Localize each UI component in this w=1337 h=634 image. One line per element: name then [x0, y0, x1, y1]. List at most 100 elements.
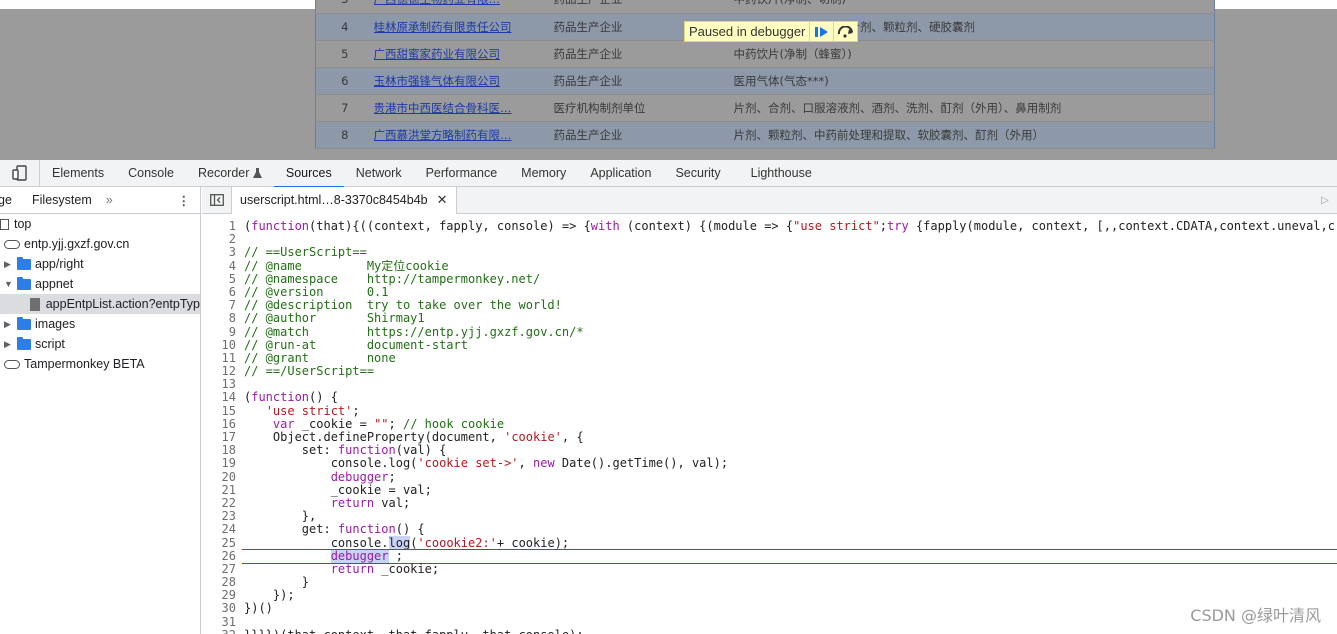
folder-icon	[17, 316, 31, 330]
tab-elements-label: Elements	[52, 166, 105, 180]
tree-item[interactable]: ▶ script	[0, 334, 200, 354]
line-number[interactable]: 32	[202, 628, 240, 634]
tab-application-label: Application	[590, 166, 652, 180]
step-over-button[interactable]	[833, 22, 857, 41]
tree-item[interactable]: Tampermonkey BETA	[0, 354, 200, 374]
tab-lighthouse[interactable]: Lighthouse	[739, 160, 824, 187]
row-number: 7	[315, 94, 374, 122]
code-line: 20 debugger;	[202, 470, 1337, 484]
enterprise-type: 医疗机构制剂单位	[553, 94, 734, 122]
code-line: 13	[202, 378, 1337, 391]
watermark: CSDN @绿叶清风	[1190, 606, 1321, 625]
device-toolbar-toggle[interactable]	[0, 159, 40, 187]
line-number[interactable]: 4	[202, 259, 240, 273]
tab-security[interactable]: Security	[663, 160, 732, 187]
table-row: 7 贵港市中西医结合骨科医… 医疗机构制剂单位 片剂、合剂、口服溶液剂、酒剂、洗剂、酊…	[315, 94, 1215, 122]
enterprise-type: 药品生产企业	[553, 67, 734, 95]
tab-application[interactable]: Application	[578, 160, 663, 187]
line-source	[240, 616, 244, 629]
line-number[interactable]: 5	[202, 272, 240, 286]
production-scope: 片剂、合剂、口服溶液剂、酒剂、洗剂、酊剂（外用）、鼻用制剂	[733, 94, 1215, 122]
enterprise-link[interactable]: 贵港市中西医结合骨科医…	[374, 101, 512, 115]
code-line: 29 });	[202, 589, 1337, 602]
navigator-menu-icon[interactable]: ⋮	[178, 193, 191, 208]
tree-item-label: script	[35, 337, 65, 351]
line-number[interactable]: 3	[202, 246, 240, 259]
close-icon[interactable]: ✕	[437, 192, 448, 208]
resume-button[interactable]	[809, 22, 833, 41]
code-line: 27 return _cookie;	[202, 562, 1337, 576]
line-number[interactable]: 9	[202, 325, 240, 339]
production-scope: 中药饮片(净制（蜂蜜）)	[733, 40, 1215, 68]
row-number: 8	[315, 121, 374, 149]
navigator-tabs: ge Filesystem » ⋮	[0, 187, 200, 214]
device-icon	[11, 165, 27, 181]
code-line: 14 (function() {	[202, 391, 1337, 404]
cloud-icon	[4, 359, 20, 369]
line-number[interactable]: 21	[202, 483, 240, 497]
line-number[interactable]: 15	[202, 404, 240, 418]
line-number[interactable]: 20	[202, 470, 240, 484]
tab-filesystem[interactable]: Filesystem	[32, 193, 92, 207]
frame-icon	[0, 218, 9, 230]
toggle-navigator-button[interactable]	[202, 186, 232, 214]
line-number[interactable]: 31	[202, 615, 240, 629]
line-source: })()	[244, 601, 273, 616]
line-number[interactable]: 19	[202, 457, 240, 470]
collapse-arrow-icon[interactable]: ▼	[4, 279, 14, 289]
line-number[interactable]: 30	[202, 602, 240, 615]
tree-item-label: top	[14, 217, 32, 231]
tab-lighthouse-label: Lighthouse	[750, 166, 812, 180]
enterprise-link[interactable]: 桂林原承制药有限责任公司	[374, 20, 512, 34]
expand-arrow-icon[interactable]: ▶	[4, 319, 14, 330]
line-number[interactable]: 14	[202, 391, 240, 404]
tab-page[interactable]: ge	[0, 193, 24, 207]
inspected-page: 3广西德德生物药业有限…药品生产企业中药饮片(净制、切制)4桂林原承制药有限责任…	[0, 0, 1337, 160]
expand-arrow-icon[interactable]: ▶	[4, 259, 14, 270]
paused-label: Paused in debugger	[689, 24, 806, 39]
tree-item[interactable]: appEntpList.action?entpTyp	[0, 294, 200, 314]
line-number[interactable]: 26	[202, 549, 240, 563]
code-line: 30 })()	[202, 602, 1337, 615]
line-number[interactable]: 8	[202, 312, 240, 325]
line-number[interactable]: 24	[202, 523, 240, 536]
step-over-icon	[837, 25, 853, 38]
more-tabs-button[interactable]: »	[106, 193, 113, 207]
folder-icon	[17, 276, 31, 290]
enterprise-link[interactable]: 广西甜蜜家药业有限公司	[374, 47, 501, 61]
enterprise-link[interactable]: 玉林市强锋气体有限公司	[374, 74, 501, 88]
tree-item[interactable]: entp.yjj.gxzf.gov.cn	[0, 234, 200, 254]
toggle-debugger-sidebar-icon[interactable]: ▷	[1321, 195, 1337, 206]
tab-memory-label: Memory	[521, 166, 567, 180]
tab-elements[interactable]: Elements	[40, 160, 116, 187]
line-number[interactable]: 10	[202, 338, 240, 352]
enterprise-link[interactable]: 广西慕洪堂方略制药有限…	[374, 128, 512, 142]
tab-network-label: Network	[355, 166, 402, 180]
code-line: 32}}}})(that.context, that.fapply, that.…	[202, 628, 1337, 634]
editor-tabs: userscript.html…8-3370c8454b4b ✕ ▷	[202, 186, 1337, 214]
resume-icon	[814, 26, 828, 37]
row-number: 5	[315, 40, 374, 68]
production-scope: 片剂、颗粒剂、中药前处理和提取、软胶囊剂、酊剂（外用）	[733, 121, 1215, 149]
line-number[interactable]: 25	[202, 536, 240, 550]
line-source: console.log('cookie set->', new Date().g…	[244, 456, 729, 471]
tree-item[interactable]: ▼ appnet	[0, 274, 200, 294]
tab-console[interactable]: Console	[116, 160, 186, 187]
code-area[interactable]: 1 (function(that){((context, fapply, cons…	[202, 219, 1337, 634]
enterprise-link[interactable]: 广西德德生物药业有限…	[374, 0, 501, 6]
tab-console-label: Console	[128, 166, 174, 180]
tab-sources[interactable]: Sources	[273, 160, 344, 188]
tree-item[interactable]: ▶ app/right	[0, 254, 200, 274]
tree-item[interactable]: ▶ images	[0, 314, 200, 334]
enterprise-name-cell: 玉林市强锋气体有限公司	[373, 67, 554, 95]
file-tab[interactable]: userscript.html…8-3370c8454b4b ✕	[232, 186, 457, 214]
tab-performance[interactable]: Performance	[414, 160, 510, 187]
tab-recorder[interactable]: Recorder	[186, 160, 274, 187]
tab-network[interactable]: Network	[344, 160, 414, 187]
tree-item[interactable]: top	[0, 214, 200, 234]
enterprise-name-cell: 广西德德生物药业有限…	[373, 0, 554, 14]
enterprise-name-cell: 广西慕洪堂方略制药有限…	[373, 121, 554, 149]
line-source: // ==/UserScript==	[244, 364, 375, 379]
tab-memory[interactable]: Memory	[509, 160, 578, 187]
expand-arrow-icon[interactable]: ▶	[4, 339, 14, 350]
